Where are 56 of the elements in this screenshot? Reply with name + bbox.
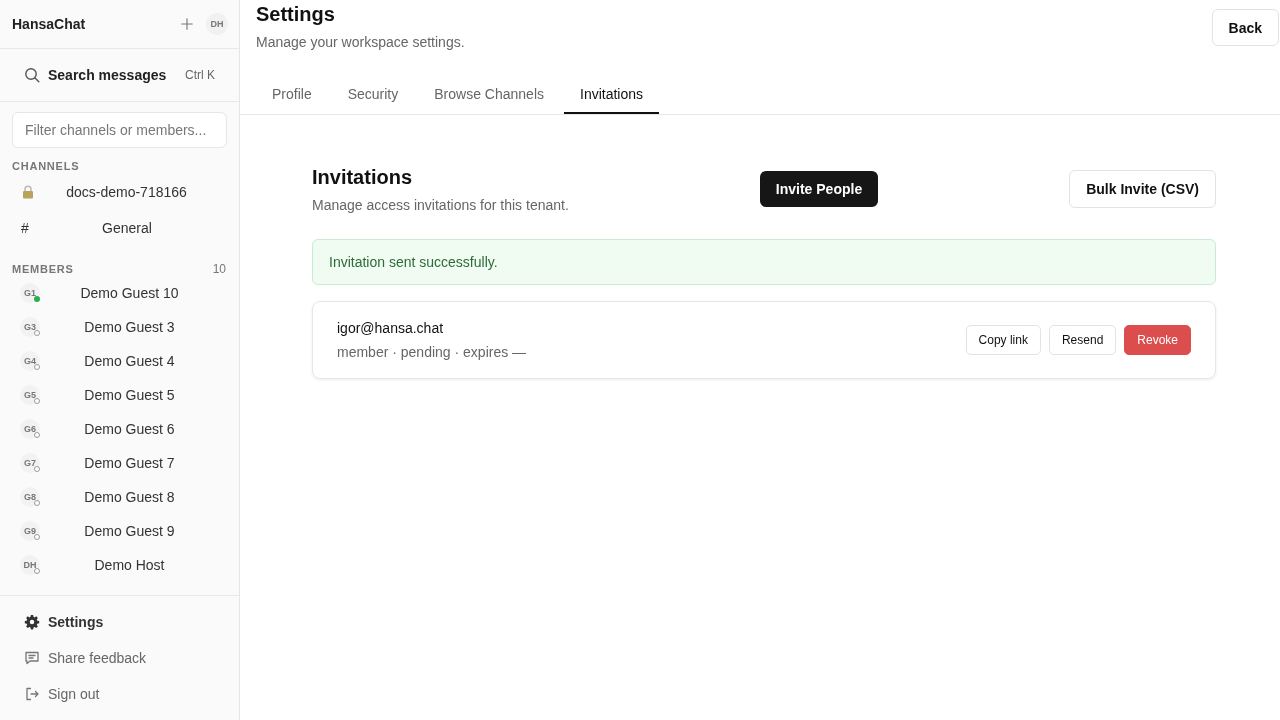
member-avatar: G6 <box>20 419 40 439</box>
sign-out-icon <box>24 686 40 702</box>
channel-item[interactable]: docs-demo-718166 <box>12 174 227 210</box>
member-item[interactable]: G1 Demo Guest 10 <box>12 276 227 310</box>
keyboard-shortcut: Ctrl K <box>185 68 215 82</box>
section-heading: CHANNELS <box>12 160 80 172</box>
new-button[interactable] <box>179 16 195 32</box>
message-icon <box>24 650 40 666</box>
page-subtitle: Manage your workspace settings. <box>256 33 465 52</box>
member-item[interactable]: G5 Demo Guest 5 <box>12 378 227 412</box>
member-item[interactable]: G9 Demo Guest 9 <box>12 514 227 548</box>
tab[interactable]: Profile <box>256 76 328 114</box>
invitation-action-button[interactable]: Resend <box>1048 325 1117 355</box>
sidebar-nav-item[interactable]: Sign out <box>12 676 227 712</box>
invite-people-button[interactable]: Invite People <box>759 171 879 207</box>
tab[interactable]: Security <box>331 76 415 114</box>
page-title: Settings <box>256 2 336 26</box>
member-item[interactable]: G8 Demo Guest 8 <box>12 480 227 514</box>
channel-item[interactable]: # General <box>12 210 227 246</box>
user-avatar[interactable]: DH <box>206 13 228 35</box>
member-avatar: G9 <box>20 521 40 541</box>
lock-icon <box>22 185 34 199</box>
member-avatar: G8 <box>20 487 40 507</box>
section-subtitle: Manage access invitations for this tenant. <box>312 196 569 215</box>
member-avatar: G3 <box>20 317 40 337</box>
member-avatar: G7 <box>20 453 40 473</box>
section-heading: MEMBERS <box>12 263 74 275</box>
invitee-email: igor@hansa.chat <box>337 319 445 338</box>
member-avatar: G1 <box>20 283 40 303</box>
section-title: Invitations <box>312 165 413 189</box>
tab[interactable]: Browse Channels <box>418 76 560 114</box>
member-avatar: G5 <box>20 385 40 405</box>
member-avatar: G4 <box>20 351 40 371</box>
search-icon <box>24 67 40 83</box>
bulk-invite-button[interactable]: Bulk Invite (CSV) <box>1069 170 1216 208</box>
invitation-details: member · pending · expires — <box>337 343 527 362</box>
search-button[interactable]: Search messages Ctrl K <box>0 49 239 102</box>
member-item[interactable]: G3 Demo Guest 3 <box>12 310 227 344</box>
member-count: 10 <box>212 262 226 276</box>
invitation-action-button[interactable]: Revoke <box>1124 325 1191 355</box>
member-item[interactable]: G6 Demo Guest 6 <box>12 412 227 446</box>
back-button[interactable]: Back <box>1211 9 1279 46</box>
workspace-name: HansaChat <box>12 16 87 32</box>
member-avatar: DH <box>20 555 40 575</box>
member-item[interactable]: G4 Demo Guest 4 <box>12 344 227 378</box>
plus-icon <box>181 18 193 30</box>
sidebar-nav-item[interactable]: Settings <box>12 604 227 640</box>
success-alert: Invitation sent successfully. <box>312 239 1216 285</box>
filter-input[interactable]: Filter channels or members... <box>12 112 227 148</box>
invitation-action-button[interactable]: Copy link <box>965 325 1041 355</box>
gear-icon <box>24 614 40 630</box>
sidebar-nav-item[interactable]: Share feedback <box>12 640 227 676</box>
hash-icon: # <box>21 220 35 236</box>
tab[interactable]: Invitations <box>564 76 660 114</box>
member-item[interactable]: G7 Demo Guest 7 <box>12 446 227 480</box>
member-item[interactable]: DH Demo Host <box>12 548 227 582</box>
